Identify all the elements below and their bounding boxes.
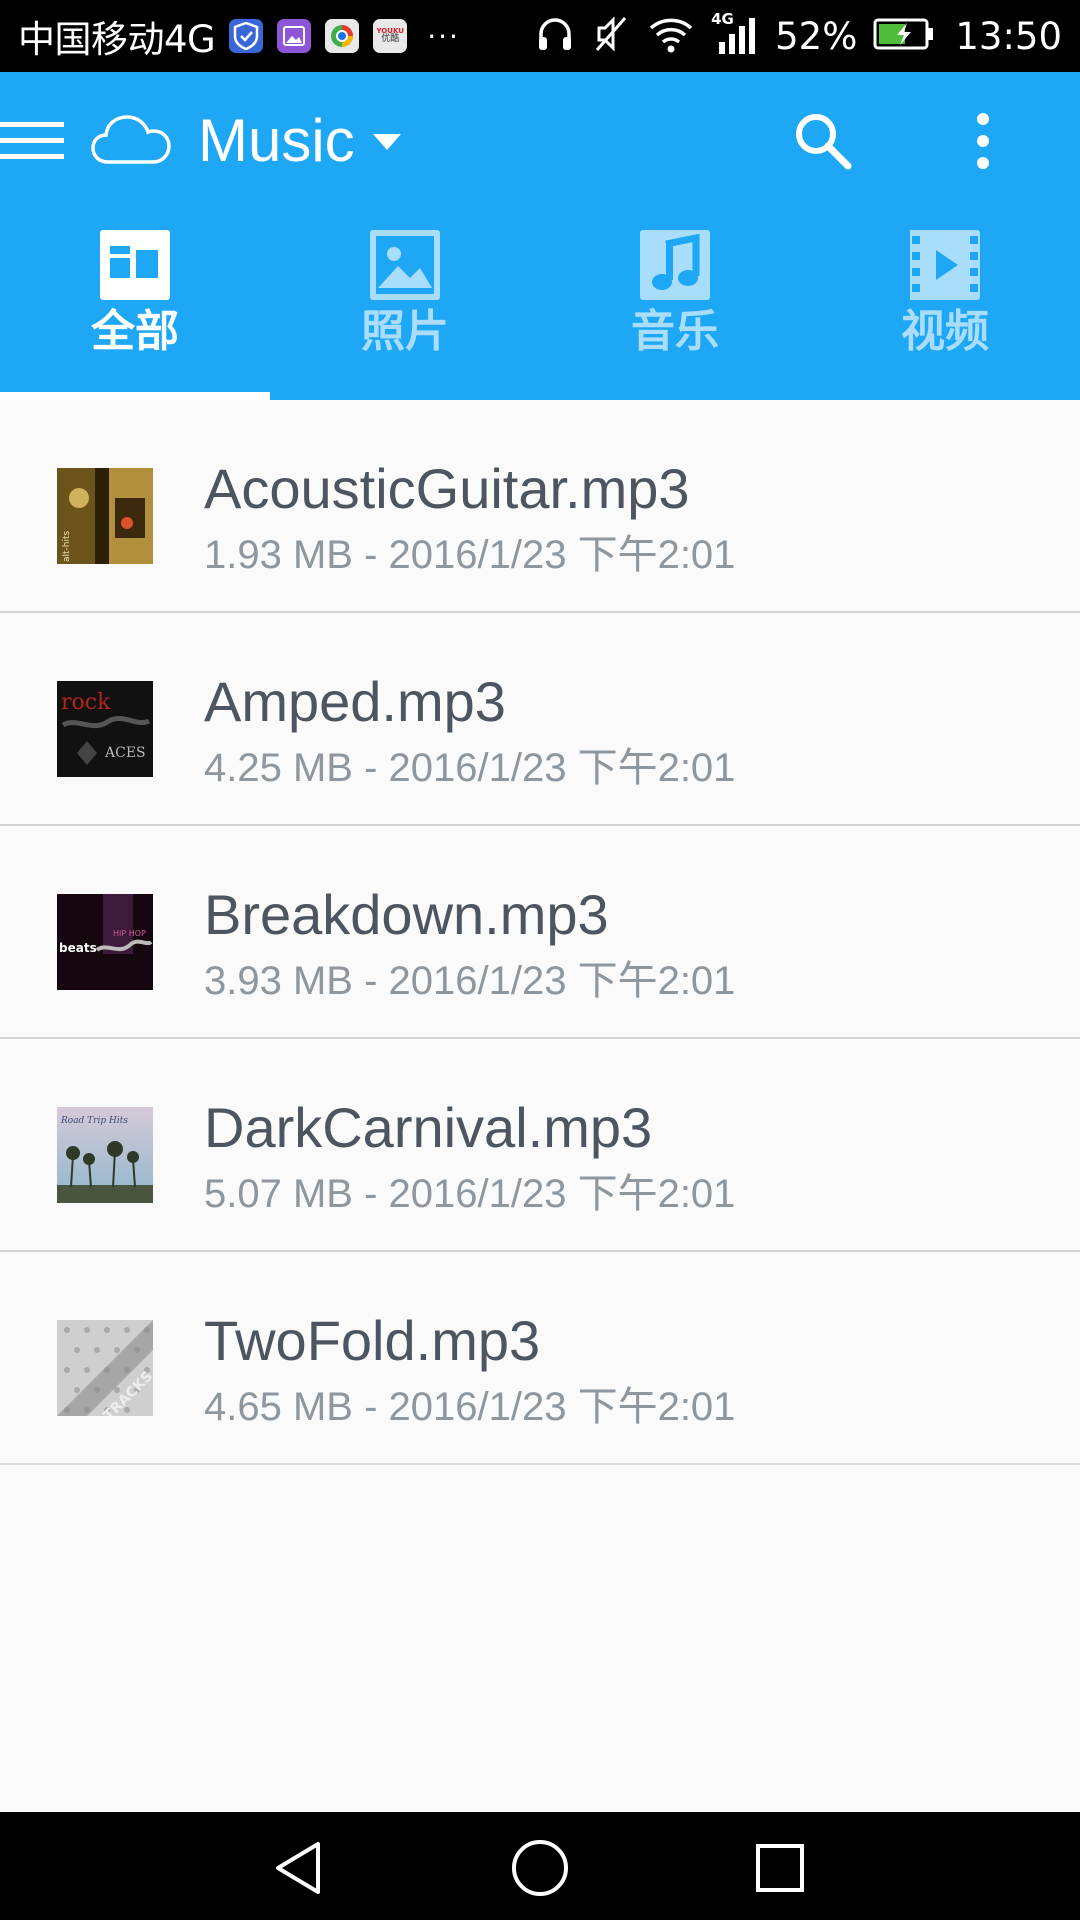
file-meta: 4.65 MB - 2016/1/23 下午2:01 xyxy=(204,1385,736,1429)
music-icon xyxy=(640,230,710,300)
caret-down-icon xyxy=(372,134,401,150)
album-art-thumbnail: Road Trip Hits xyxy=(57,1107,153,1203)
cloud-icon xyxy=(90,110,172,170)
tab-label: 全部 xyxy=(91,306,179,357)
file-item[interactable]: TRACKS TwoFold.mp3 4.65 MB - 2016/1/23 下… xyxy=(0,1252,1080,1465)
battery-percent: 52% xyxy=(775,14,858,58)
tab-indicator xyxy=(0,392,270,400)
thumb-text-2: HIP HOP xyxy=(113,929,146,938)
menu-button[interactable] xyxy=(0,108,66,174)
file-name: AcousticGuitar.mp3 xyxy=(204,457,690,520)
file-item[interactable]: Road Trip Hits DarkCarnival.mp3 5.07 MB … xyxy=(0,1039,1080,1252)
file-item[interactable]: HIP HOP beats Breakdown.mp3 3.93 MB - 20… xyxy=(0,826,1080,1039)
photo-icon xyxy=(370,230,440,300)
file-meta: 3.93 MB - 2016/1/23 下午2:01 xyxy=(204,959,736,1003)
status-bar: 中国移动4G YOUKU 优酷 ··· 4G 52% 13:50 xyxy=(0,0,1080,72)
browser-icon xyxy=(325,19,360,53)
hamburger-icon xyxy=(0,122,64,159)
search-icon xyxy=(796,114,852,170)
battery-icon xyxy=(873,17,935,55)
file-item[interactable]: alt-hits AcousticGuitar.mp3 1.93 MB - 20… xyxy=(0,400,1080,613)
album-art-thumbnail: rock ACES xyxy=(57,681,153,777)
file-meta: 4.25 MB - 2016/1/23 下午2:01 xyxy=(204,746,736,790)
home-circle-icon xyxy=(512,1840,568,1896)
file-list: alt-hits AcousticGuitar.mp3 1.93 MB - 20… xyxy=(0,400,1080,1465)
toolbar: Music xyxy=(0,72,1080,207)
tab-video[interactable]: 视频 xyxy=(810,222,1080,400)
thumb-text-2: ACES xyxy=(104,745,146,761)
tab-label: 视频 xyxy=(901,306,989,357)
album-art-thumbnail: HIP HOP beats xyxy=(57,894,153,990)
page-title: Music xyxy=(198,106,355,174)
recents-button[interactable] xyxy=(750,1838,810,1898)
thumb-text: Road Trip Hits xyxy=(60,1116,128,1126)
thumb-text: alt-hits xyxy=(62,530,72,562)
album-art-thumbnail: alt-hits xyxy=(57,468,153,564)
file-item[interactable]: rock ACES Amped.mp3 4.25 MB - 2016/1/23 … xyxy=(0,613,1080,826)
folder-selector[interactable]: Music xyxy=(198,104,403,176)
file-name: TwoFold.mp3 xyxy=(204,1309,541,1372)
file-name: Breakdown.mp3 xyxy=(204,883,609,946)
youku-icon: YOUKU 优酷 xyxy=(373,19,408,53)
youku-text-bottom: 优酷 xyxy=(381,34,400,44)
more-options-button[interactable] xyxy=(968,108,998,174)
all-icon xyxy=(100,230,170,300)
status-left: 中国移动4G YOUKU 优酷 ··· xyxy=(18,9,460,63)
thumb-text: beats xyxy=(59,941,97,955)
shield-icon xyxy=(229,19,264,53)
tab-all[interactable]: 全部 xyxy=(0,222,270,400)
file-meta: 1.93 MB - 2016/1/23 下午2:01 xyxy=(204,533,736,577)
clock: 13:50 xyxy=(955,14,1062,58)
system-nav-bar xyxy=(0,1812,1080,1920)
back-triangle-icon xyxy=(276,1842,320,1894)
carrier-name: 中国移动4G xyxy=(18,18,216,61)
wifi-icon xyxy=(647,14,695,58)
more-vert-icon xyxy=(977,113,989,169)
cell-signal-icon: 4G xyxy=(711,10,759,58)
album-art-thumbnail: TRACKS xyxy=(57,1320,156,1424)
tab-label: 照片 xyxy=(361,306,449,357)
tab-music[interactable]: 音乐 xyxy=(540,222,810,400)
home-button[interactable] xyxy=(510,1838,570,1898)
tab-photos[interactable]: 照片 xyxy=(270,222,540,400)
file-name: DarkCarnival.mp3 xyxy=(204,1096,653,1159)
headphones-icon xyxy=(535,14,575,58)
mute-icon xyxy=(591,14,631,58)
tab-label: 音乐 xyxy=(631,306,719,357)
more-notifications: ··· xyxy=(427,19,460,53)
category-tabs: 全部 照片 音乐 视频 xyxy=(0,222,1080,400)
thumb-text: rock xyxy=(61,690,111,715)
file-meta: 5.07 MB - 2016/1/23 下午2:01 xyxy=(204,1172,736,1216)
search-button[interactable] xyxy=(790,108,856,174)
file-name: Amped.mp3 xyxy=(204,670,506,733)
gallery-icon xyxy=(277,19,312,53)
video-icon xyxy=(910,230,980,300)
app-bar: Music 全部 照片 音乐 视频 xyxy=(0,72,1080,400)
recents-square-icon xyxy=(756,1844,804,1892)
back-button[interactable] xyxy=(270,1838,330,1898)
status-right: 4G 52% 13:50 xyxy=(535,10,1062,58)
